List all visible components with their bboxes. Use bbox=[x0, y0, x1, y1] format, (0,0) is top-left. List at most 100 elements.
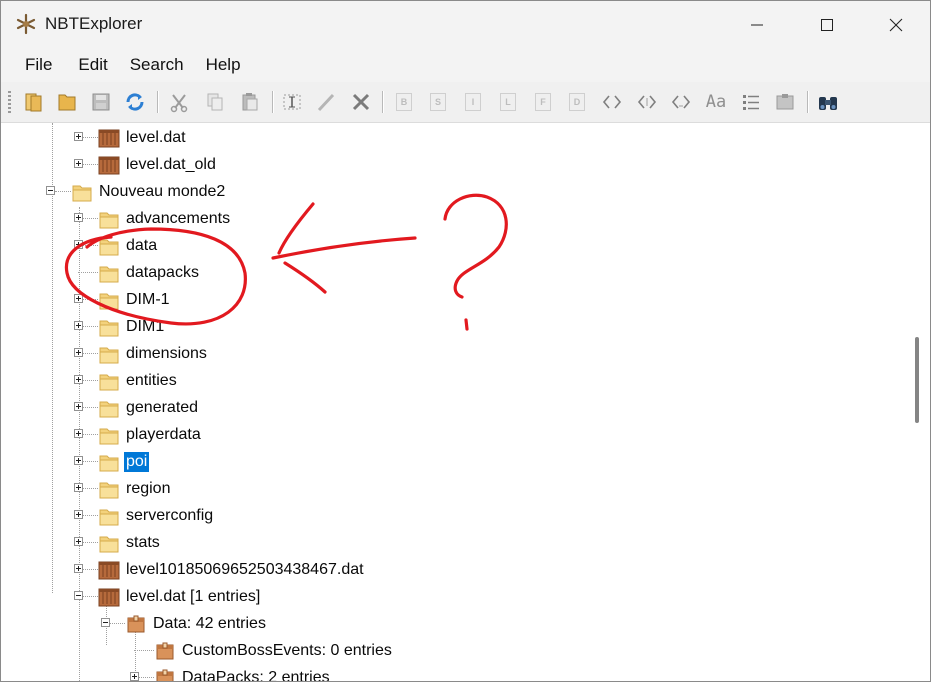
tree-node-label[interactable]: playerdata bbox=[124, 425, 203, 445]
vertical-scrollbar[interactable] bbox=[907, 123, 930, 681]
collapse-icon[interactable] bbox=[74, 591, 83, 600]
tree-node-label[interactable]: advancements bbox=[124, 209, 232, 229]
expand-icon[interactable] bbox=[74, 321, 83, 330]
tree-node[interactable]: dimensions bbox=[1, 341, 907, 368]
add-double-button[interactable]: D bbox=[564, 89, 590, 115]
expand-icon[interactable] bbox=[74, 483, 83, 492]
tree-node[interactable]: generated bbox=[1, 395, 907, 422]
folder-icon bbox=[71, 181, 93, 203]
delete-button[interactable] bbox=[348, 89, 374, 115]
add-short-button[interactable]: S bbox=[425, 89, 451, 115]
tree-node[interactable]: entities bbox=[1, 368, 907, 395]
save-button[interactable] bbox=[88, 89, 114, 115]
expand-icon[interactable] bbox=[74, 510, 83, 519]
tree-node-label[interactable]: Data: 42 entries bbox=[151, 614, 268, 634]
tree-node-label[interactable]: DIM-1 bbox=[124, 290, 172, 310]
tree-node-label[interactable]: serverconfig bbox=[124, 506, 215, 526]
expand-icon[interactable] bbox=[130, 672, 139, 681]
add-string-button[interactable]: Aa bbox=[703, 89, 729, 115]
tree-node-label[interactable]: dimensions bbox=[124, 344, 209, 364]
cut-button[interactable] bbox=[166, 89, 192, 115]
expand-icon[interactable] bbox=[74, 456, 83, 465]
compound-tag-icon bbox=[154, 667, 176, 681]
minimize-button[interactable] bbox=[722, 1, 792, 48]
expand-icon[interactable] bbox=[74, 564, 83, 573]
menu-file[interactable]: File bbox=[1, 48, 67, 82]
tree-node[interactable]: level.dat_old bbox=[1, 152, 907, 179]
add-long-array-button[interactable] bbox=[668, 89, 694, 115]
expand-icon[interactable] bbox=[74, 348, 83, 357]
expand-icon[interactable] bbox=[74, 375, 83, 384]
tree-node[interactable]: advancements bbox=[1, 206, 907, 233]
add-long-button[interactable]: L bbox=[495, 89, 521, 115]
menu-help[interactable]: Help bbox=[195, 48, 252, 82]
tree-node[interactable]: data bbox=[1, 233, 907, 260]
rename-button[interactable] bbox=[279, 89, 305, 115]
add-compound-button[interactable] bbox=[772, 89, 798, 115]
tree-view[interactable]: level.dat level.dat_old Nouveau monde2 adva… bbox=[1, 123, 907, 681]
tree-node-label[interactable]: datapacks bbox=[124, 263, 201, 283]
expand-icon[interactable] bbox=[74, 402, 83, 411]
expand-icon[interactable] bbox=[74, 537, 83, 546]
tree-node[interactable]: region bbox=[1, 476, 907, 503]
toolbar-grip[interactable] bbox=[8, 91, 11, 113]
menu-bar: File Edit Search Help bbox=[1, 48, 930, 82]
expand-icon[interactable] bbox=[74, 213, 83, 222]
tree-node-label[interactable]: Nouveau monde2 bbox=[97, 182, 227, 202]
tree-node[interactable]: DataPacks: 2 entries bbox=[1, 665, 907, 681]
copy-button[interactable] bbox=[202, 89, 228, 115]
refresh-button[interactable] bbox=[122, 89, 148, 115]
tree-node[interactable]: datapacks bbox=[1, 260, 907, 287]
find-button[interactable] bbox=[815, 89, 841, 115]
add-byte-array-button[interactable] bbox=[599, 89, 625, 115]
edit-value-button[interactable] bbox=[313, 89, 339, 115]
add-byte-button[interactable]: B bbox=[391, 89, 417, 115]
tree-node[interactable]: Data: 42 entries bbox=[1, 611, 907, 638]
collapse-icon[interactable] bbox=[101, 618, 110, 627]
tree-node-label[interactable]: level.dat [1 entries] bbox=[124, 587, 262, 607]
tree-node[interactable]: poi bbox=[1, 449, 907, 476]
tree-node[interactable]: level10185069652503438467.dat bbox=[1, 557, 907, 584]
tree-node[interactable]: serverconfig bbox=[1, 503, 907, 530]
add-float-button[interactable]: F bbox=[530, 89, 556, 115]
tree-node-label[interactable]: generated bbox=[124, 398, 200, 418]
tree-node-label[interactable]: poi bbox=[124, 452, 150, 472]
expand-icon[interactable] bbox=[74, 429, 83, 438]
tree-node-label[interactable]: level.dat_old bbox=[124, 155, 218, 175]
menu-edit[interactable]: Edit bbox=[67, 48, 118, 82]
tree-node-label[interactable]: entities bbox=[124, 371, 179, 391]
scrollbar-thumb[interactable] bbox=[915, 337, 919, 423]
add-int-array-button[interactable] bbox=[634, 89, 660, 115]
tree-node[interactable]: DIM1 bbox=[1, 314, 907, 341]
tree-node-label[interactable]: CustomBossEvents: 0 entries bbox=[180, 641, 394, 661]
toolbar-separator bbox=[272, 91, 273, 113]
tree-node-label[interactable]: DataPacks: 2 entries bbox=[180, 668, 332, 681]
paste-button[interactable] bbox=[237, 89, 263, 115]
maximize-button[interactable] bbox=[792, 1, 862, 48]
add-int-button[interactable]: I bbox=[460, 89, 486, 115]
expand-icon[interactable] bbox=[74, 294, 83, 303]
expand-icon[interactable] bbox=[74, 240, 83, 249]
tree-node[interactable]: level.dat bbox=[1, 125, 907, 152]
tree-node[interactable]: DIM-1 bbox=[1, 287, 907, 314]
tree-node-label[interactable]: data bbox=[124, 236, 159, 256]
expand-icon[interactable] bbox=[74, 159, 83, 168]
tree-node-label[interactable]: DIM1 bbox=[124, 317, 166, 337]
expand-icon[interactable] bbox=[74, 132, 83, 141]
tree-node[interactable]: playerdata bbox=[1, 422, 907, 449]
tree-node-label[interactable]: level10185069652503438467.dat bbox=[124, 560, 366, 580]
tree-node-label[interactable]: region bbox=[124, 479, 172, 499]
menu-search[interactable]: Search bbox=[119, 48, 195, 82]
open-file-button[interactable] bbox=[54, 89, 80, 115]
open-folder-button[interactable] bbox=[21, 89, 47, 115]
tree-node-label[interactable]: stats bbox=[124, 533, 162, 553]
tree-node[interactable]: stats bbox=[1, 530, 907, 557]
tree-node[interactable]: CustomBossEvents: 0 entries bbox=[1, 638, 907, 665]
tree-node[interactable]: level.dat [1 entries] bbox=[1, 584, 907, 611]
nbtexplorer-window: NBTExplorer File Edit Search Help B S I … bbox=[0, 0, 931, 682]
add-list-button[interactable] bbox=[738, 89, 764, 115]
tree-node-label[interactable]: level.dat bbox=[124, 128, 188, 148]
collapse-icon[interactable] bbox=[46, 186, 55, 195]
close-button[interactable] bbox=[861, 1, 930, 48]
tree-node[interactable]: Nouveau monde2 bbox=[1, 179, 907, 206]
